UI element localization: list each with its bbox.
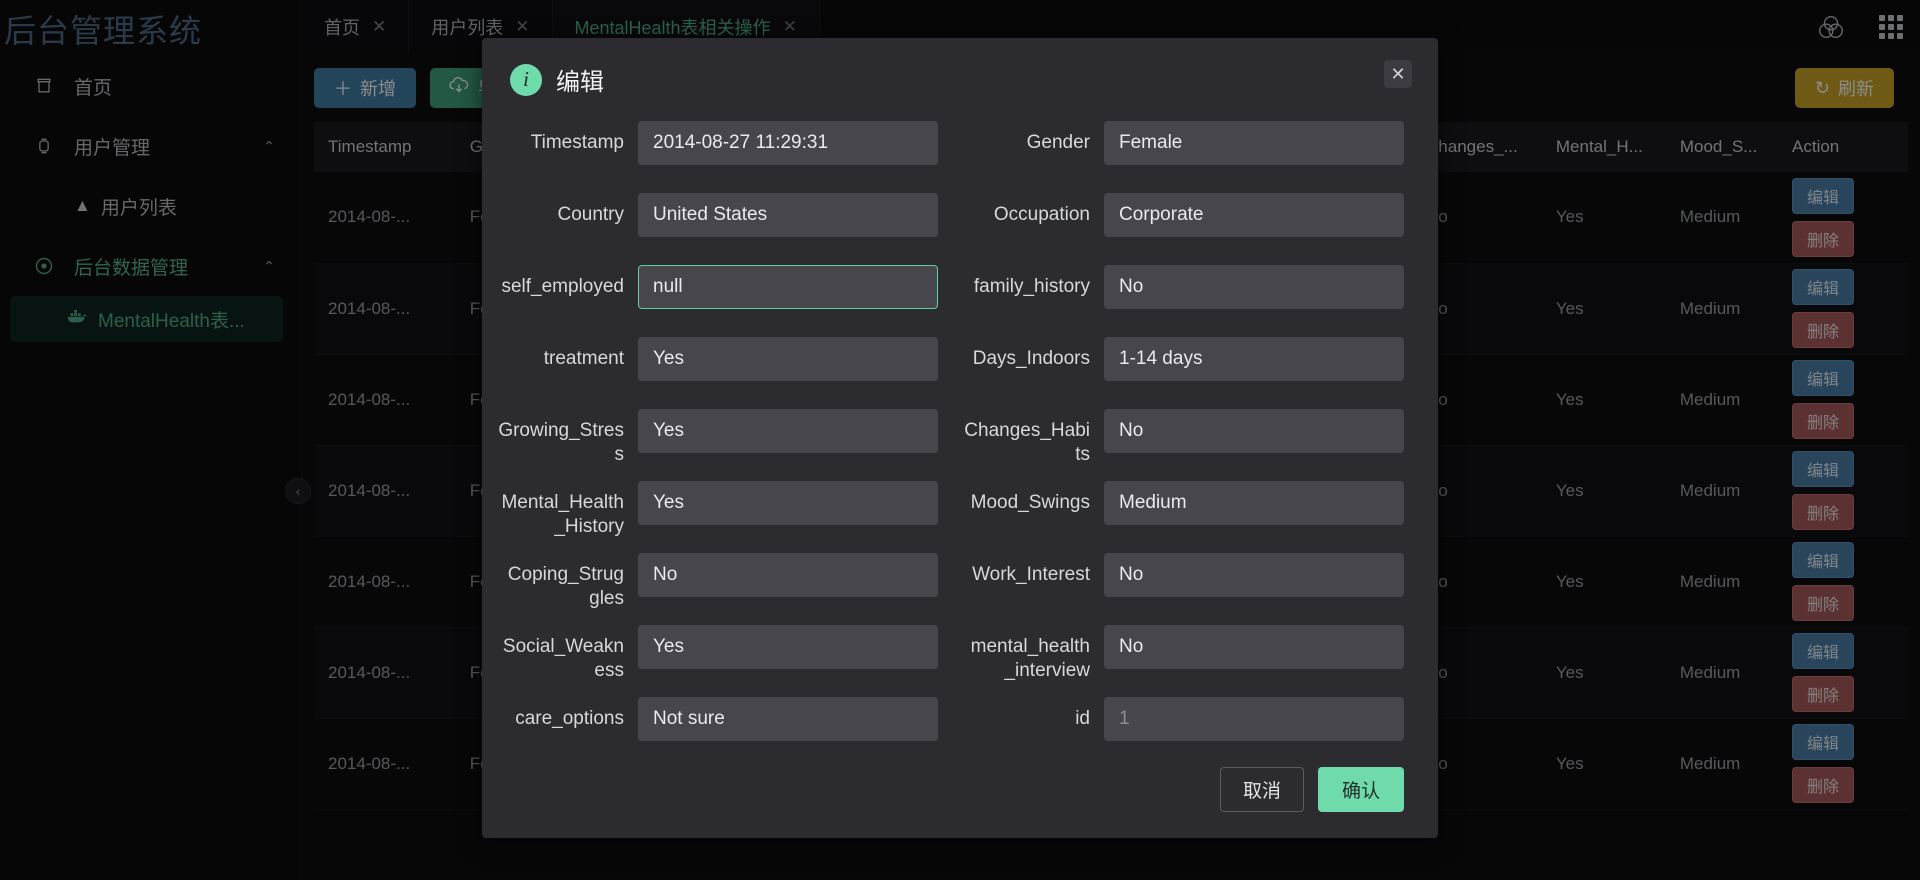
- field-input[interactable]: Yes: [638, 625, 938, 669]
- form-field-treatment: treatment Yes: [498, 337, 938, 409]
- dialog-footer: 取消 确认: [482, 757, 1438, 838]
- field-label: Days_Indoors: [972, 348, 1090, 369]
- form-field-family-history: family_history No: [964, 265, 1404, 337]
- field-input[interactable]: Yes: [638, 409, 938, 453]
- form-field-timestamp: Timestamp 2014-08-27 11:29:31: [498, 121, 938, 193]
- form-field-occupation: Occupation Corporate: [964, 193, 1404, 265]
- field-input[interactable]: Corporate: [1104, 193, 1404, 237]
- field-input[interactable]: No: [1104, 265, 1404, 309]
- edit-form-grid: Timestamp 2014-08-27 11:29:31 Gender Female…: [498, 121, 1404, 757]
- field-input[interactable]: Medium: [1104, 481, 1404, 525]
- info-icon: i: [510, 63, 542, 96]
- field-label: Growing_Stress: [498, 420, 624, 465]
- form-field-changes-habits: Changes_Habits No: [964, 409, 1404, 481]
- form-field-gender: Gender Female: [964, 121, 1404, 193]
- field-label: Mood_Swings: [970, 492, 1090, 513]
- field-label: Occupation: [993, 204, 1090, 225]
- edit-dialog: i 编辑 ✕ Timestamp 2014-08-27 11:29:31 Gende…: [482, 38, 1438, 838]
- field-label: Timestamp: [530, 132, 624, 153]
- field-input[interactable]: No: [1104, 409, 1404, 453]
- dialog-body: Timestamp 2014-08-27 11:29:31 Gender Female…: [482, 107, 1438, 757]
- field-input[interactable]: Female: [1104, 121, 1404, 165]
- form-field-care-options: care_options Not sure: [498, 697, 938, 757]
- field-label: Social_Weakness: [502, 636, 624, 681]
- form-field-id: id 1: [964, 697, 1404, 757]
- field-input[interactable]: Yes: [638, 337, 938, 381]
- field-label: id: [1075, 708, 1090, 729]
- field-input[interactable]: No: [638, 553, 938, 597]
- form-field-mental-health-interview: mental_health_interview No: [964, 625, 1404, 697]
- cancel-button[interactable]: 取消: [1219, 767, 1304, 812]
- form-field-coping-struggles: Coping_Struggles No: [498, 553, 938, 625]
- form-field-growing-stress: Growing_Stress Yes: [498, 409, 938, 481]
- field-label: Country: [557, 204, 624, 225]
- field-label: self_employed: [501, 276, 624, 297]
- field-input[interactable]: null: [638, 265, 938, 309]
- field-label: Gender: [1026, 132, 1090, 153]
- field-input[interactable]: Yes: [638, 481, 938, 525]
- form-field-self-employed: self_employed null: [498, 265, 938, 337]
- field-input: 1: [1104, 697, 1404, 741]
- field-label: treatment: [543, 348, 624, 369]
- field-label: mental_health_interview: [970, 636, 1090, 681]
- form-field-days-indoors: Days_Indoors 1-14 days: [964, 337, 1404, 409]
- field-input[interactable]: 1-14 days: [1104, 337, 1404, 381]
- field-input[interactable]: 2014-08-27 11:29:31: [638, 121, 938, 165]
- field-input[interactable]: Not sure: [638, 697, 938, 741]
- field-input[interactable]: United States: [638, 193, 938, 237]
- close-icon[interactable]: ✕: [1384, 60, 1412, 88]
- field-input[interactable]: No: [1104, 553, 1404, 597]
- form-field-mental-health-history: Mental_Health_History Yes: [498, 481, 938, 553]
- dialog-title: 编辑: [556, 69, 604, 96]
- field-label: Mental_Health_History: [501, 492, 624, 537]
- app-root: 后台管理系统 首页 用户管理 ⌃ ▲ 用户列表 后台数据管理 ⌃ MentalH…: [0, 0, 1920, 880]
- field-label: Changes_Habits: [964, 420, 1090, 465]
- confirm-button[interactable]: 确认: [1317, 767, 1404, 812]
- field-label: Coping_Struggles: [507, 564, 624, 609]
- field-label: Work_Interest: [972, 564, 1090, 585]
- form-field-country: Country United States: [498, 193, 938, 265]
- dialog-header: i 编辑 ✕: [482, 38, 1438, 107]
- field-input[interactable]: No: [1104, 625, 1404, 669]
- form-field-mood-swings: Mood_Swings Medium: [964, 481, 1404, 553]
- field-label: family_history: [973, 276, 1090, 297]
- field-label: care_options: [515, 708, 624, 729]
- form-field-work-interest: Work_Interest No: [964, 553, 1404, 625]
- form-field-social-weakness: Social_Weakness Yes: [498, 625, 938, 697]
